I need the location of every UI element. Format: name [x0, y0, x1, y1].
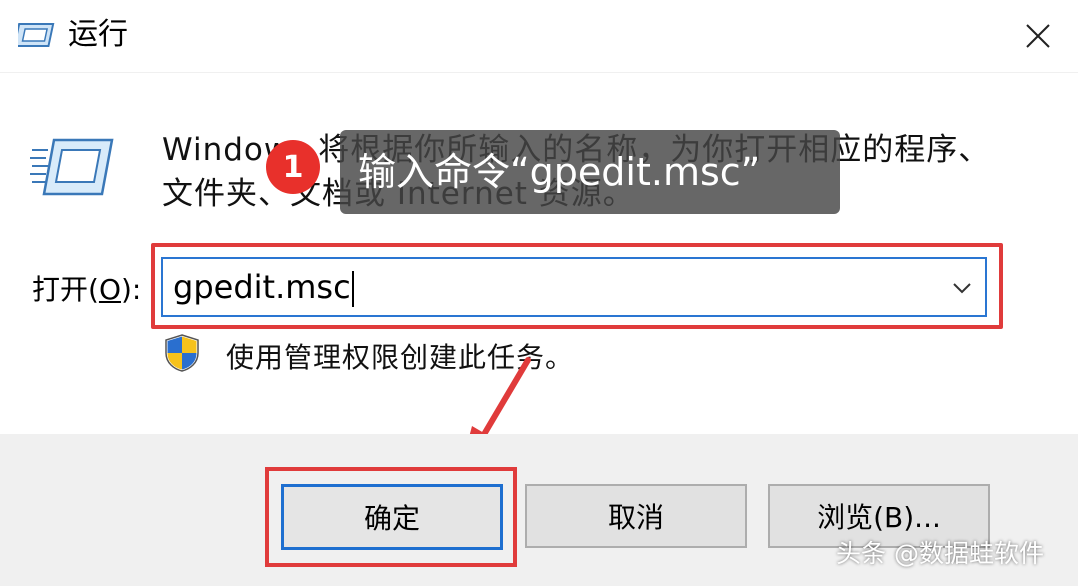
dropdown-button[interactable]: [947, 273, 977, 303]
open-label-prefix: 打开(: [32, 273, 99, 306]
window-title: 运行: [68, 17, 128, 52]
title-bar: 运行: [0, 0, 1078, 72]
open-label-accel: O: [98, 273, 121, 306]
run-icon: [18, 23, 55, 47]
open-label-suffix: ):: [120, 273, 142, 306]
chevron-down-icon: [953, 283, 971, 294]
tooltip-text: 输入命令“gpedit.msc”: [358, 150, 761, 194]
instruction-tooltip: 输入命令“gpedit.msc”: [340, 130, 840, 214]
close-button[interactable]: [1016, 14, 1060, 58]
open-combobox[interactable]: gpedit.msc: [161, 257, 987, 317]
uac-shield-icon: [165, 334, 199, 372]
text-caret: [351, 271, 354, 307]
watermark: 头条 @数据蛙软件: [836, 539, 1044, 568]
step-badge: 1: [266, 140, 320, 194]
open-input[interactable]: gpedit.msc: [173, 265, 354, 309]
run-program-icon: [30, 138, 114, 196]
open-input-value: gpedit.msc: [173, 268, 351, 306]
close-icon: [1026, 24, 1050, 48]
open-label: 打开(O):: [32, 270, 141, 310]
ok-button[interactable]: 确定: [281, 484, 503, 550]
cancel-button[interactable]: 取消: [525, 484, 747, 548]
